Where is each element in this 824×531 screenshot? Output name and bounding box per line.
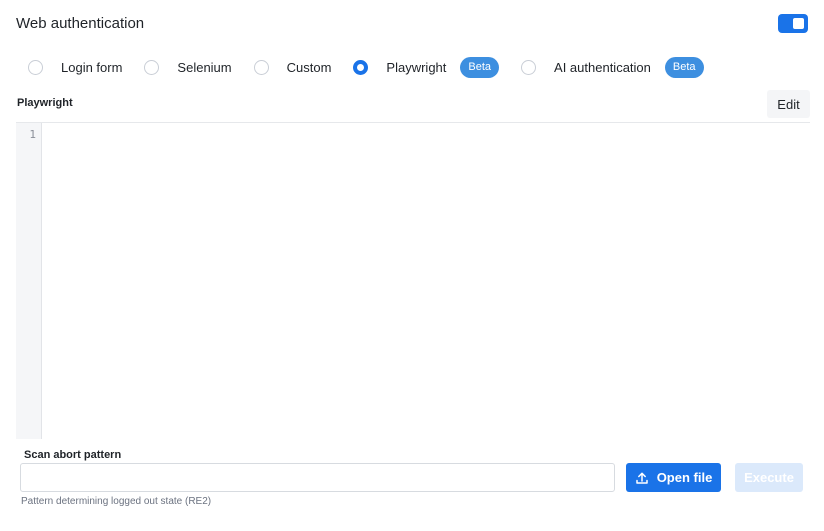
radio-label: AI authentication	[554, 59, 651, 75]
web-auth-toggle[interactable]	[778, 13, 808, 33]
radio-option-selenium[interactable]: Selenium	[144, 56, 232, 78]
edit-button[interactable]: Edit	[767, 90, 810, 118]
execute-button[interactable]: Execute	[735, 463, 803, 492]
scan-abort-label: Scan abort pattern	[24, 449, 122, 461]
beta-badge: Beta	[664, 56, 704, 78]
toggle-knob	[793, 17, 804, 29]
radio-option-login-form[interactable]: Login form	[28, 56, 122, 78]
code-editor[interactable]: 1	[16, 123, 810, 439]
radio-option-custom[interactable]: Custom	[253, 56, 332, 78]
scan-abort-input[interactable]	[20, 463, 615, 492]
radio-button[interactable]	[521, 59, 537, 75]
upload-icon	[635, 472, 648, 484]
auth-method-radio-group: Login form Selenium Custom Playwright Beta AI…	[28, 56, 704, 78]
radio-option-playwright[interactable]: Playwright Beta	[353, 56, 500, 78]
radio-button[interactable]	[353, 59, 369, 75]
open-file-label: Open file	[656, 470, 713, 485]
radio-label: Playwright	[386, 59, 447, 75]
beta-badge: Beta	[460, 56, 500, 78]
line-number-gutter: 1	[16, 123, 42, 439]
radio-label: Selenium	[177, 59, 232, 75]
helper-text: Pattern determining logged out state (RE…	[21, 496, 212, 507]
radio-button[interactable]	[144, 59, 160, 75]
radio-label: Custom	[286, 59, 332, 75]
page-title: Web authentication	[16, 14, 145, 32]
editor-section-label: Playwright	[17, 97, 73, 109]
radio-label: Login form	[61, 59, 123, 75]
radio-option-ai-authentication[interactable]: AI authentication Beta	[521, 56, 704, 78]
radio-button[interactable]	[28, 59, 43, 75]
header: Web authentication	[16, 12, 808, 34]
code-area[interactable]	[42, 123, 810, 439]
open-file-button[interactable]: Open file	[626, 463, 721, 492]
radio-button[interactable]	[253, 59, 269, 75]
line-number: 1	[29, 128, 36, 141]
